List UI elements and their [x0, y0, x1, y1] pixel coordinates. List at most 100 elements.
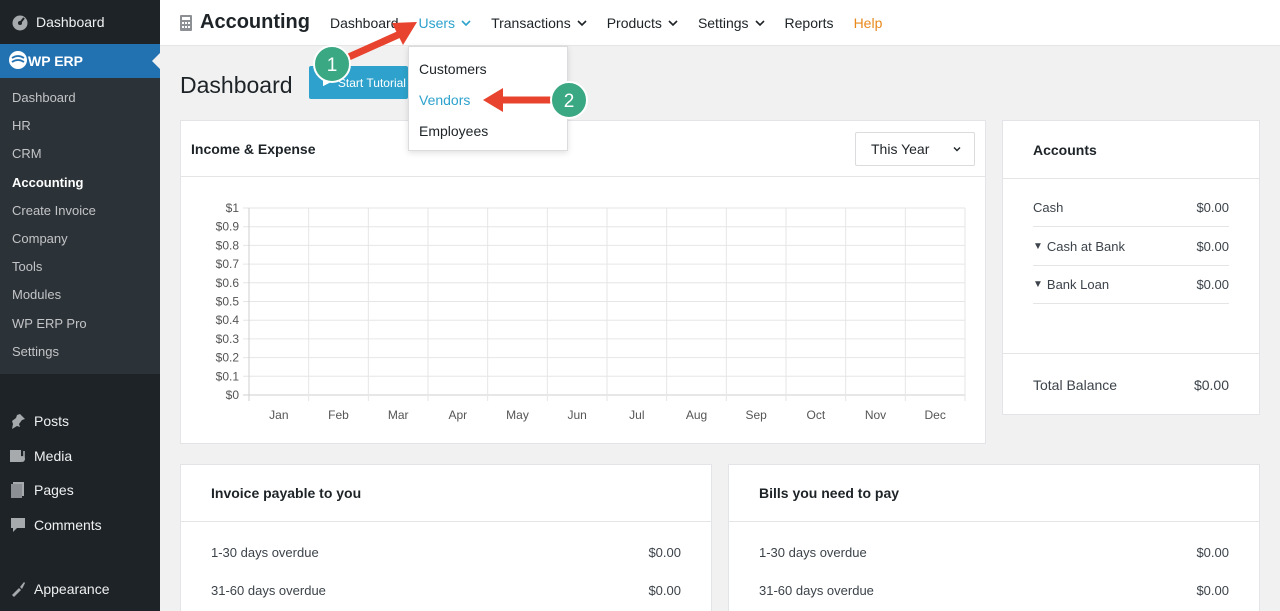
sidebar-item-media[interactable]: Media — [0, 438, 160, 473]
submenu-item-create-invoice[interactable]: Create Invoice — [0, 197, 160, 225]
sidebar-item-dashboard[interactable]: Dashboard — [0, 0, 160, 44]
y-tick-label: $1 — [226, 201, 240, 215]
nav-reports[interactable]: Reports — [785, 15, 834, 31]
account-value: $0.00 — [1196, 277, 1229, 292]
account-name: Cash — [1033, 200, 1064, 215]
y-tick-label: $0.4 — [216, 313, 240, 327]
dashboard-heading: Dashboard — [180, 72, 293, 98]
submenu-item-modules[interactable]: Modules — [0, 281, 160, 309]
nav-label: Dashboard — [330, 14, 399, 31]
x-tick-label: Jul — [629, 408, 644, 422]
overdue-value: $0.00 — [1196, 582, 1229, 598]
sidebar-item-pages[interactable]: Pages — [0, 473, 160, 508]
x-tick-label: Aug — [686, 408, 707, 422]
nav-label: Help — [853, 14, 883, 31]
x-tick-label: Oct — [806, 408, 825, 422]
x-tick-label: Dec — [924, 408, 945, 422]
card-title: Invoice payable to you — [211, 485, 362, 501]
y-tick-label: $0 — [226, 388, 240, 402]
nav-settings[interactable]: Settings — [698, 15, 765, 31]
accounts-card: Accounts Cash $0.00 ▼ Cash at Bank $0.00 ▼ Ban… — [1002, 120, 1260, 415]
income-expense-card: Income & Expense This Year $0 $0.1 $0.2 $0.… — [180, 120, 986, 444]
y-tick-label: $0.3 — [216, 332, 240, 346]
card-title: Bills you need to pay — [759, 485, 900, 501]
submenu-item-accounting[interactable]: Accounting — [0, 169, 160, 197]
comments-icon — [8, 515, 28, 535]
card-header: Invoice payable to you — [181, 465, 711, 522]
y-tick-label: $0.9 — [216, 220, 240, 234]
dashboard-icon — [10, 12, 30, 32]
submenu-item-settings[interactable]: Settings — [0, 338, 160, 366]
chevron-down-icon — [754, 19, 765, 26]
submenu-item-company[interactable]: Company — [0, 225, 160, 253]
x-tick-label: Jan — [269, 408, 288, 422]
expand-triangle-icon[interactable]: ▼ — [1033, 241, 1043, 252]
y-tick-label: $0.2 — [216, 351, 240, 365]
y-tick-label: $0.6 — [216, 276, 240, 290]
total-balance-row: Total Balance $0.00 — [1003, 353, 1259, 415]
menu-item-vendors[interactable]: Vendors — [409, 86, 567, 117]
overdue-label: 31-60 days overdue — [759, 582, 874, 598]
y-tick-label: $0.8 — [216, 238, 240, 252]
account-row: Cash $0.00 — [1033, 189, 1229, 227]
submenu-item-crm[interactable]: CRM — [0, 140, 160, 168]
nav-help[interactable]: Help — [854, 15, 883, 31]
nav-label: Reports — [784, 14, 834, 31]
start-tutorial-button[interactable]: ▶ Start Tutorial — [309, 66, 408, 99]
nav-products[interactable]: Products — [607, 15, 678, 31]
appearance-icon — [8, 579, 28, 599]
pages-icon — [8, 480, 28, 500]
period-select[interactable]: This Year — [855, 131, 975, 166]
total-value: $0.00 — [1193, 376, 1229, 393]
account-row[interactable]: ▼ Cash at Bank $0.00 — [1033, 228, 1229, 266]
submenu-item-tools[interactable]: Tools — [0, 253, 160, 281]
x-tick-label: Jun — [567, 408, 586, 422]
overdue-label: 1-30 days overdue — [759, 544, 867, 560]
overdue-row: 31-60 days overdue $0.00 — [729, 571, 1259, 609]
card-header: Bills you need to pay — [729, 465, 1259, 522]
nav-dashboard[interactable]: Dashboard — [330, 15, 399, 31]
wp-erp-submenu: Dashboard HR CRM Accounting Create Invoice Co… — [0, 78, 160, 374]
card-header: Accounts — [1003, 121, 1259, 179]
account-row[interactable]: ▼ Bank Loan $0.00 — [1033, 266, 1229, 304]
y-tick-label: $0.1 — [216, 369, 240, 383]
sidebar-item-label: Posts — [34, 413, 70, 430]
sidebar-item-appearance[interactable]: Appearance — [0, 572, 160, 607]
sidebar-item-label: Comments — [34, 516, 102, 533]
card-header: Income & Expense This Year — [181, 121, 985, 177]
sidebar-item-label: Dashboard — [36, 14, 105, 30]
menu-item-customers[interactable]: Customers — [409, 55, 567, 86]
pin-icon — [8, 411, 28, 431]
x-tick-label: Sep — [745, 408, 767, 422]
x-tick-label: Nov — [865, 408, 886, 422]
overdue-value: $0.00 — [648, 544, 681, 560]
sidebar-item-label: WP ERP — [28, 53, 83, 69]
sidebar-item-label: Media — [34, 447, 73, 464]
submenu-item-wp-erp-pro[interactable]: WP ERP Pro — [0, 310, 160, 338]
chevron-down-icon — [953, 146, 961, 151]
submenu-item-hr[interactable]: HR — [0, 112, 160, 140]
x-tick-label: May — [506, 408, 529, 422]
nav-label: Users — [418, 14, 456, 31]
card-title: Income & Expense — [191, 140, 316, 157]
nav-label: Settings — [697, 14, 749, 31]
sidebar-item-wp-erp[interactable]: WP ERP — [0, 44, 160, 78]
admin-sidebar: Dashboard WP ERP Dashboard HR CRM Accountin… — [0, 0, 160, 611]
chevron-down-icon — [668, 19, 678, 26]
submenu-item-dashboard[interactable]: Dashboard — [0, 84, 160, 112]
sidebar-item-comments[interactable]: Comments — [0, 507, 160, 542]
account-value: $0.00 — [1196, 239, 1229, 254]
expand-triangle-icon[interactable]: ▼ — [1033, 279, 1043, 290]
income-expense-chart: $0 $0.1 $0.2 $0.3 $0.4 $0.5 $0.6 $0.7 $0.8 $0.9 $1… — [216, 201, 966, 422]
bills-to-pay-card: Bills you need to pay 1-30 days overdue $… — [728, 464, 1260, 611]
x-tick-label: Mar — [388, 408, 409, 422]
y-tick-label: $0.7 — [216, 257, 240, 271]
account-name: Bank Loan — [1046, 277, 1110, 292]
invoice-payable-card: Invoice payable to you 1-30 days overdue… — [180, 464, 712, 611]
play-icon: ▶ — [323, 77, 330, 87]
nav-users[interactable]: Users — [419, 15, 472, 31]
nav-transactions[interactable]: Transactions — [491, 15, 587, 31]
menu-item-employees[interactable]: Employees — [409, 117, 567, 148]
sidebar-item-posts[interactable]: Posts — [0, 404, 160, 439]
total-label: Total Balance — [1033, 376, 1118, 393]
